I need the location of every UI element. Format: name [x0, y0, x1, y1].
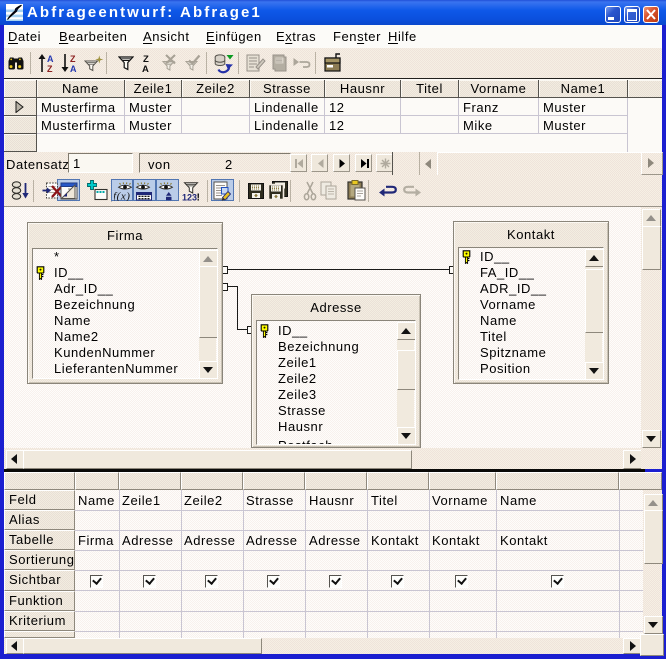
svg-text:Z: Z: [47, 64, 53, 73]
svg-text:123: 123: [182, 193, 197, 202]
svg-text:Z: Z: [70, 54, 76, 64]
svg-text:f(x): f(x): [114, 191, 130, 202]
svg-text:A: A: [47, 54, 54, 64]
svg-text:A: A: [70, 64, 77, 73]
svg-text:!: !: [197, 192, 201, 202]
svg-text:A: A: [142, 64, 149, 73]
